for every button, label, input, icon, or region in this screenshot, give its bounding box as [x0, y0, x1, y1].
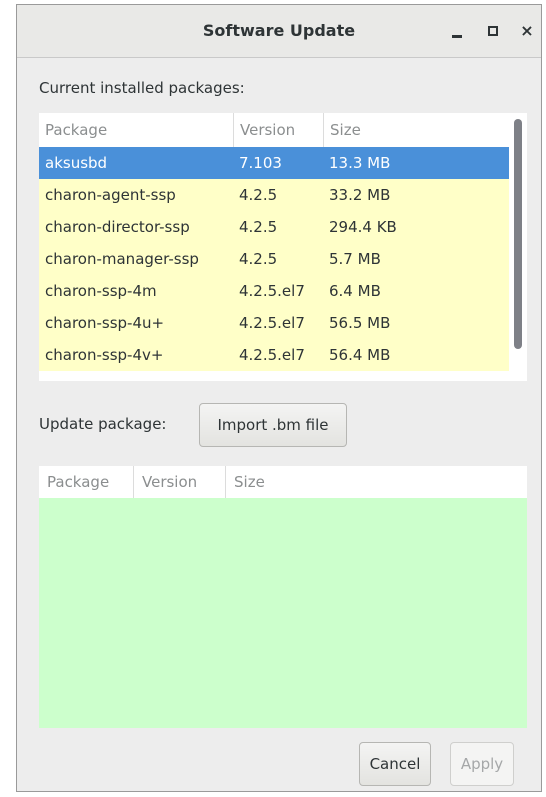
cell-version: 7.103: [239, 154, 282, 172]
cell-package: charon-agent-ssp: [45, 186, 176, 204]
maximize-icon: [488, 26, 498, 36]
table-row[interactable]: charon-ssp-4v+ 4.2.5.el7 56.4 MB: [39, 339, 509, 371]
table-row[interactable]: charon-ssp-4m 4.2.5.el7 6.4 MB: [39, 275, 509, 307]
cell-version: 4.2.5: [239, 218, 278, 236]
apply-button[interactable]: Apply: [450, 742, 514, 786]
cell-package: charon-ssp-4u+: [45, 314, 165, 332]
column-header-size[interactable]: Size: [323, 113, 509, 147]
cell-size: 5.7 MB: [329, 250, 381, 268]
installed-packages-label: Current installed packages:: [39, 79, 245, 97]
cell-package: charon-ssp-4v+: [45, 346, 164, 364]
cell-version: 4.2.5: [239, 186, 278, 204]
table-row[interactable]: aksusbd 7.103 13.3 MB: [39, 147, 509, 179]
cell-package: charon-ssp-4m: [45, 282, 157, 300]
close-button[interactable]: ×: [515, 19, 539, 43]
maximize-button[interactable]: [481, 19, 505, 43]
cell-version: 4.2.5: [239, 250, 278, 268]
cell-size: 294.4 KB: [329, 218, 397, 236]
cell-size: 56.4 MB: [329, 346, 391, 364]
minimize-button[interactable]: [445, 19, 469, 43]
title-bar[interactable]: Software Update ×: [17, 5, 541, 58]
cell-package: charon-manager-ssp: [45, 250, 199, 268]
update-packages-list[interactable]: Package Version Size: [39, 466, 527, 728]
installed-list-header: Package Version Size: [39, 113, 509, 147]
cell-package: charon-director-ssp: [45, 218, 190, 236]
table-row[interactable]: charon-agent-ssp 4.2.5 33.2 MB: [39, 179, 509, 211]
cell-size: 33.2 MB: [329, 186, 391, 204]
column-header-package[interactable]: Package: [39, 466, 133, 498]
column-header-version[interactable]: Version: [133, 466, 225, 498]
software-update-window: Software Update × Current installed pack…: [16, 4, 542, 792]
update-list-header: Package Version Size: [39, 466, 527, 498]
installed-packages-list[interactable]: Package Version Size aksusbd 7.103 13.3 MB…: [39, 113, 527, 381]
close-icon: ×: [520, 21, 534, 40]
cell-size: 56.5 MB: [329, 314, 391, 332]
table-row[interactable]: charon-director-ssp 4.2.5 294.4 KB: [39, 211, 509, 243]
installed-rows: aksusbd 7.103 13.3 MB charon-agent-ssp 4.2.5…: [39, 147, 509, 371]
table-row[interactable]: charon-ssp-4u+ 4.2.5.el7 56.5 MB: [39, 307, 509, 339]
scrollbar-thumb[interactable]: [514, 119, 522, 349]
table-row[interactable]: charon-manager-ssp 4.2.5 5.7 MB: [39, 243, 509, 275]
import-bm-file-button[interactable]: Import .bm file: [199, 403, 347, 447]
cell-version: 4.2.5.el7: [239, 314, 305, 332]
cell-size: 13.3 MB: [329, 154, 391, 172]
cell-size: 6.4 MB: [329, 282, 381, 300]
cancel-button[interactable]: Cancel: [359, 742, 431, 786]
cell-version: 4.2.5.el7: [239, 346, 305, 364]
cell-version: 4.2.5.el7: [239, 282, 305, 300]
installed-list-scrollbar[interactable]: [509, 113, 527, 381]
minimize-icon: [452, 34, 462, 38]
column-header-version[interactable]: Version: [233, 113, 323, 147]
update-package-label: Update package:: [39, 415, 167, 433]
column-header-package[interactable]: Package: [39, 113, 233, 147]
column-header-size[interactable]: Size: [225, 466, 527, 498]
cell-package: aksusbd: [45, 154, 108, 172]
